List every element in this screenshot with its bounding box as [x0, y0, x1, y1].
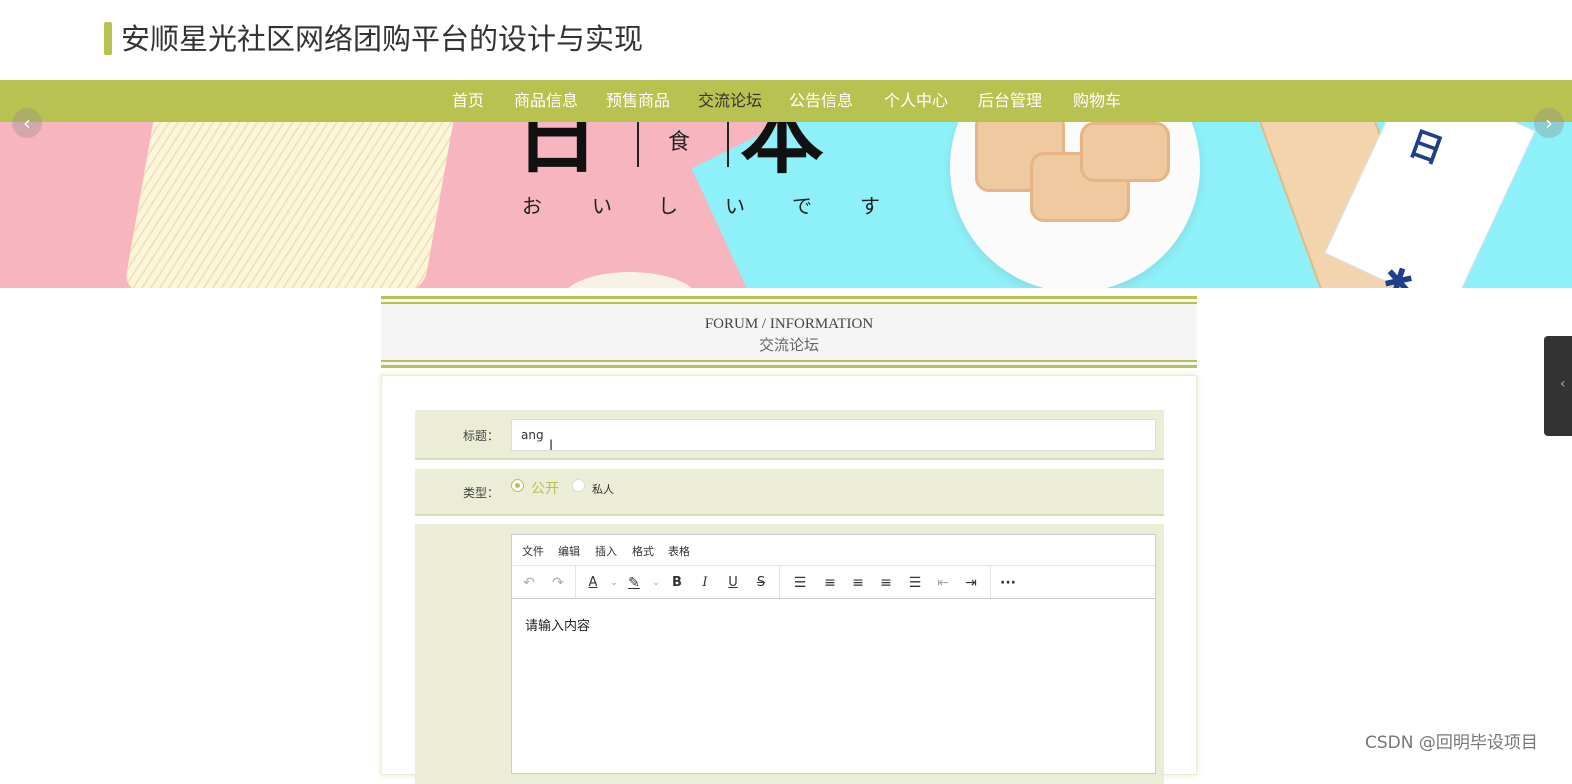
more-icon[interactable]: ··· [999, 574, 1017, 592]
font-color-icon[interactable]: A [584, 574, 602, 592]
toolbar-separator [575, 566, 576, 598]
banner-bowl-image [560, 272, 700, 288]
rich-text-editor: 文件 编辑 插入 格式 表格 ↶ ↷ A ⌄ ✎ ⌄ B I U S ☰ ≡ ≡… [511, 534, 1156, 774]
nav-item-forum[interactable]: 交流论坛 [698, 80, 762, 122]
title-accent-bar [104, 22, 112, 55]
content-row: 文件 编辑 插入 格式 表格 ↶ ↷ A ⌄ ✎ ⌄ B I U S ☰ ≡ ≡… [415, 524, 1164, 784]
strikethrough-icon[interactable]: S [752, 574, 770, 592]
banner-noodles-image [123, 122, 457, 288]
highlight-color-icon[interactable]: ✎ [625, 574, 643, 592]
underline-icon[interactable]: U [724, 574, 742, 592]
title-input[interactable]: ang [511, 419, 1156, 451]
banner-hiragana: す [860, 194, 880, 218]
align-justify-icon[interactable]: ☰ [906, 574, 924, 592]
align-center-icon[interactable]: ≡ [849, 574, 867, 592]
banner-glyph-left: 日 [515, 122, 600, 185]
chevron-left-icon[interactable]: ‹ [12, 108, 42, 138]
banner-divider [727, 122, 729, 167]
text-cursor-icon: I [549, 438, 554, 454]
chevron-left-icon: ‹ [1560, 376, 1566, 392]
toolbar-separator [779, 566, 780, 598]
align-right-icon[interactable]: ≡ [877, 574, 895, 592]
menu-insert[interactable]: 插入 [595, 543, 617, 559]
banner-glyph-right: 本 [740, 122, 825, 185]
banner-glyph-small: 食 [668, 130, 691, 155]
radio-public[interactable] [511, 479, 524, 492]
chevron-down-icon[interactable]: ⌄ [609, 574, 619, 592]
menu-format[interactable]: 格式 [632, 543, 654, 559]
bold-icon[interactable]: B [668, 574, 686, 592]
banner-carousel: 日 ✱ 日 食 本 お い し い で す [0, 122, 1572, 288]
chevron-right-icon[interactable]: › [1534, 108, 1564, 138]
align-left-icon[interactable]: ≡ [821, 574, 839, 592]
type-label: 类型： [462, 486, 499, 500]
chevron-down-icon[interactable]: ⌄ [651, 574, 661, 592]
menu-edit[interactable]: 编辑 [558, 543, 580, 559]
menu-table[interactable]: 表格 [668, 543, 690, 559]
undo-icon[interactable]: ↶ [520, 574, 538, 592]
outdent-icon[interactable]: ⇤ [934, 574, 952, 592]
toolbar-separator [990, 566, 991, 598]
menu-file[interactable]: 文件 [522, 543, 544, 559]
section-title-en: FORUM / INFORMATION [704, 316, 874, 332]
editor-content[interactable]: 请输入内容 [525, 615, 590, 634]
radio-public-label[interactable]: 公开 [531, 478, 559, 498]
nav-item-presale[interactable]: 预售商品 [606, 80, 670, 122]
nav-item-personal-center[interactable]: 个人中心 [884, 80, 948, 122]
banner-hiragana: い [592, 194, 612, 218]
banner-hiragana: い [725, 194, 745, 218]
editor-toolbar: ↶ ↷ A ⌄ ✎ ⌄ B I U S ☰ ≡ ≡ ≡ ☰ ⇤ ⇥ ··· [512, 566, 1155, 599]
banner-divider [637, 122, 639, 167]
section-title-cn: 交流论坛 [758, 336, 819, 354]
radio-private[interactable] [572, 479, 585, 492]
site-title: 安顺星光社区网络团购平台的设计与实现 [121, 22, 644, 56]
indent-icon[interactable]: ⇥ [962, 574, 980, 592]
type-row: 类型： 公开 私人 [415, 469, 1164, 516]
title-row: 标题： ang I [415, 410, 1164, 460]
banner-hiragana: で [792, 194, 812, 218]
nav-item-cart[interactable]: 购物车 [1073, 80, 1121, 122]
editor-menubar: 文件 编辑 插入 格式 表格 [512, 535, 1155, 566]
title-label: 标题： [462, 429, 499, 443]
section-heading: FORUM / INFORMATION 交流论坛 [381, 296, 1197, 368]
side-floating-tab[interactable]: ‹ [1544, 336, 1572, 436]
nav-item-notices[interactable]: 公告信息 [789, 80, 853, 122]
watermark: CSDN @回明毕设项目 [1365, 733, 1538, 753]
site-header: 安顺星光社区网络团购平台的设计与实现 [0, 0, 1572, 80]
banner-hiragana: お [522, 194, 542, 218]
banner-hiragana: し [658, 194, 678, 218]
redo-icon[interactable]: ↷ [549, 574, 567, 592]
italic-icon[interactable]: I [696, 574, 714, 592]
nav-item-home[interactable]: 首页 [452, 80, 484, 122]
radio-private-label[interactable]: 私人 [592, 481, 614, 497]
list-icon[interactable]: ☰ [791, 574, 809, 592]
nav-item-admin[interactable]: 后台管理 [978, 80, 1042, 122]
forum-post-form: 标题： ang I 类型： 公开 私人 文件 编辑 插入 格式 表格 ↶ ↷ A… [381, 375, 1197, 784]
banner-cookie-image [1080, 122, 1170, 182]
main-nav: 首页 商品信息 预售商品 交流论坛 公告信息 个人中心 后台管理 购物车 [0, 80, 1572, 122]
nav-item-products[interactable]: 商品信息 [514, 80, 578, 122]
